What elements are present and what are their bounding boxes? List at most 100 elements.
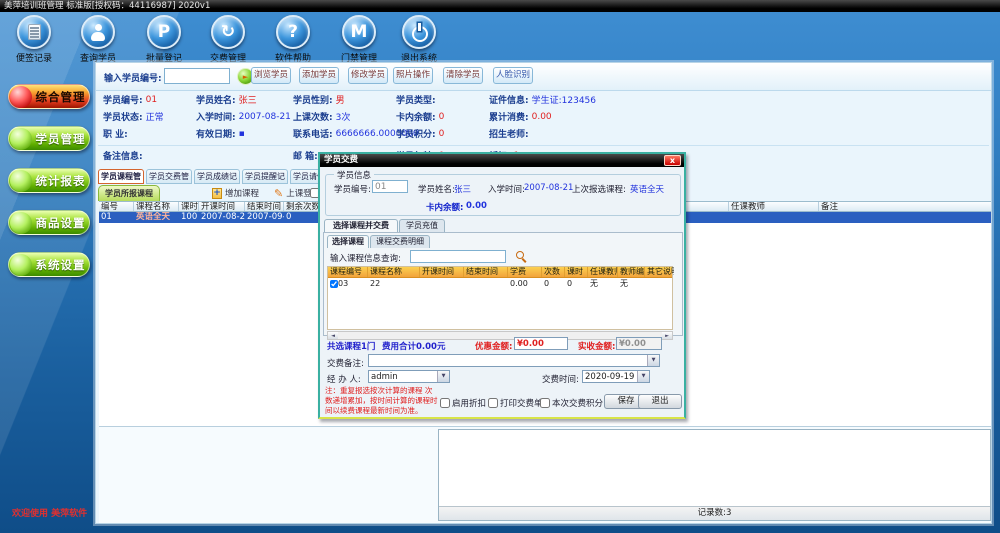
payment-dialog: 学员交费 x 学员信息 学员编号: 学员姓名: 张三 入学时间: 2007-08… bbox=[318, 152, 686, 419]
record-count: 记录数:3 bbox=[698, 508, 732, 518]
student-id-search-label: 输入学员编号: bbox=[104, 71, 162, 84]
sidebar-item-statistics-report[interactable]: 统计报表 bbox=[8, 168, 90, 193]
student-id-value: 01 bbox=[146, 95, 157, 105]
enable-discount-option: 启用折扣 bbox=[440, 397, 486, 409]
tab-reminder-records[interactable]: 学员提醒记录 bbox=[242, 169, 288, 184]
green-sphere-icon bbox=[10, 128, 32, 150]
student-id-search-input[interactable] bbox=[164, 68, 230, 84]
tab-score-records[interactable]: 学员成绩记录 bbox=[194, 169, 240, 184]
person-icon bbox=[81, 15, 115, 49]
inner-tab-fee-detail[interactable]: 课程交费明细 bbox=[370, 235, 430, 248]
sidebar-item-system-settings[interactable]: 系统设置 bbox=[8, 252, 90, 277]
course-search-input[interactable] bbox=[410, 250, 506, 263]
sidebar-item-general-management[interactable]: 综合管理 bbox=[8, 84, 90, 109]
browse-student-button[interactable]: 浏览学员 bbox=[251, 67, 291, 84]
dialog-course-table-row[interactable]: 03 22 0.00 0 0 无 无 bbox=[328, 278, 672, 289]
magnifier-icon[interactable] bbox=[516, 251, 524, 259]
print-receipt-checkbox[interactable] bbox=[488, 398, 498, 408]
payment-date-combo[interactable]: 2020-09-19 ▼ bbox=[582, 370, 650, 383]
dialog-title-bar[interactable]: 学员交费 bbox=[320, 154, 684, 167]
dialog-course-select-panel: 选择课程 课程交费明细 输入课程信息查询: 课程编号 课程名称 开课时间 结束时… bbox=[323, 232, 683, 336]
green-sphere-icon bbox=[10, 212, 32, 234]
dialog-course-table-header: 课程编号 课程名称 开课时间 结束时间 学费 次数 课时 任课教师 教师编号 其… bbox=[328, 267, 672, 278]
note-icon bbox=[17, 15, 51, 49]
scroll-right-icon[interactable]: ► bbox=[662, 332, 672, 339]
add-student-button[interactable]: 添加学员 bbox=[299, 67, 339, 84]
received-amount-input bbox=[616, 337, 662, 350]
question-icon: ? bbox=[276, 15, 310, 49]
letter-p-icon: P bbox=[147, 15, 181, 49]
toolbar-button-query-student[interactable]: 查询学员 bbox=[69, 15, 127, 64]
refresh-icon: ↻ bbox=[211, 15, 245, 49]
subtab-enrolled-courses[interactable]: 学员所报课程 bbox=[98, 185, 160, 201]
dialog-tab-select-and-pay[interactable]: 选择课程并交费 bbox=[324, 219, 398, 232]
points-value: 0 bbox=[439, 129, 445, 139]
footer-marquee-text: 欢迎使用 美萍软件 bbox=[12, 506, 87, 519]
exit-button[interactable]: 退出 bbox=[638, 394, 682, 409]
class-count-value: 3次 bbox=[336, 110, 351, 123]
discount-amount-input[interactable] bbox=[514, 337, 568, 350]
photo-operation-button[interactable]: 照片操作 bbox=[393, 67, 433, 84]
valid-date-value: ▪ bbox=[239, 129, 245, 139]
group-legend: 学员信息 bbox=[334, 169, 374, 181]
inner-tab-select-course[interactable]: 选择课程 bbox=[327, 235, 369, 248]
plus-doc-icon: + bbox=[212, 188, 222, 199]
student-info-row-1: 学员编号:01 学员姓名:张三 学员性别:男 学员类型: 证件信息:学生证:12… bbox=[96, 93, 991, 109]
course-select-checkbox[interactable] bbox=[330, 280, 338, 288]
selected-course-summary: 共选课程1门 bbox=[327, 340, 375, 352]
green-sphere-icon bbox=[10, 170, 32, 192]
toolbar-button-door-access[interactable]: M 门禁管理 bbox=[330, 15, 388, 64]
dialog-balance-value: 0.00 bbox=[466, 201, 487, 211]
chevron-down-icon: ▼ bbox=[437, 371, 449, 382]
course-search-label: 输入课程信息查询: bbox=[330, 252, 401, 264]
card-balance-value: 0 bbox=[439, 112, 445, 122]
enable-discount-checkbox[interactable] bbox=[440, 398, 450, 408]
add-course-button[interactable]: + 增加课程 bbox=[212, 187, 259, 199]
letter-m-icon: M bbox=[342, 15, 376, 49]
print-receipt-option: 打印交费单 bbox=[488, 397, 543, 409]
info-divider bbox=[98, 145, 989, 146]
operator-combo[interactable]: admin ▼ bbox=[368, 370, 450, 383]
sidebar-item-student-management[interactable]: 学员管理 bbox=[8, 126, 90, 151]
record-count-bar: 记录数:3 bbox=[439, 506, 990, 520]
dialog-student-id-input[interactable] bbox=[372, 180, 408, 193]
student-gender-value: 男 bbox=[336, 93, 345, 106]
dialog-title: 学员交费 bbox=[324, 155, 358, 165]
dialog-student-name-value: 张三 bbox=[454, 183, 471, 195]
payment-remark-combo[interactable]: ▼ bbox=[368, 354, 660, 367]
toolbar-button-batch-register[interactable]: P 批量登记 bbox=[135, 15, 193, 64]
face-recognition-button[interactable]: 人脸识别 bbox=[493, 67, 533, 84]
power-icon bbox=[402, 15, 436, 49]
red-sphere-icon bbox=[10, 86, 32, 108]
close-icon: x bbox=[670, 156, 675, 165]
edit-student-button[interactable]: 修改学员 bbox=[348, 67, 388, 84]
enroll-date-value: 2007-08-21 bbox=[239, 112, 291, 122]
toolbar-button-payment[interactable]: ↻ 交费管理 bbox=[199, 15, 257, 64]
student-info-row-2: 学员状态:正常 入学时间:2007-08-21 上课次数:3次 卡内余额:0 累… bbox=[96, 110, 991, 126]
student-search-bar: 输入学员编号: ► 浏览学员 添加学员 修改学员 照片操作 清除学员 人脸识别 bbox=[96, 63, 991, 91]
total-fee-summary: 费用合计0.00元 bbox=[382, 340, 445, 352]
total-consumption-value: 0.00 bbox=[532, 112, 552, 122]
toolbar-button-exit[interactable]: 退出系统 bbox=[390, 15, 448, 64]
earn-points-option: 本次交费积分 bbox=[540, 397, 603, 409]
pencil-icon: ✎ bbox=[274, 188, 283, 199]
title-bar: 美萍培训班管理 标准版[授权码：44116987] 2020v1 bbox=[0, 0, 1000, 12]
dialog-enroll-date-value: 2007-08-21 bbox=[524, 183, 573, 193]
tab-course-management[interactable]: 学员课程管理 bbox=[98, 169, 144, 184]
dialog-warning-note: 注：重复报选按次计算的课程 次数递增累加，按时间计算的课程时间以续费课程最新时间… bbox=[325, 386, 438, 415]
sidebar-item-goods-settings[interactable]: 商品设置 bbox=[8, 210, 90, 235]
window-title: 美萍培训班管理 标准版[授权码：44116987] 2020v1 bbox=[4, 1, 210, 11]
clear-student-button[interactable]: 清除学员 bbox=[443, 67, 483, 84]
student-info-row-3: 职 业: 有效日期:▪ 联系电话:6666666.0000000 学员积分:0 … bbox=[96, 127, 991, 143]
toolbar-button-notes[interactable]: 便签记录 bbox=[5, 15, 63, 64]
dialog-close-button[interactable]: x bbox=[664, 155, 681, 166]
scroll-left-icon[interactable]: ◄ bbox=[328, 332, 338, 339]
green-sphere-icon bbox=[10, 254, 32, 276]
dialog-tab-recharge[interactable]: 学员充值 bbox=[399, 219, 445, 232]
earn-points-checkbox[interactable] bbox=[540, 398, 550, 408]
play-icon: ► bbox=[243, 73, 248, 81]
dialog-last-course-value: 英语全天 bbox=[630, 183, 664, 195]
toolbar-button-help[interactable]: ? 软件帮助 bbox=[264, 15, 322, 64]
certificate-info-value: 学生证:123456 bbox=[532, 93, 596, 106]
tab-payment-management[interactable]: 学员交费管理 bbox=[146, 169, 192, 184]
